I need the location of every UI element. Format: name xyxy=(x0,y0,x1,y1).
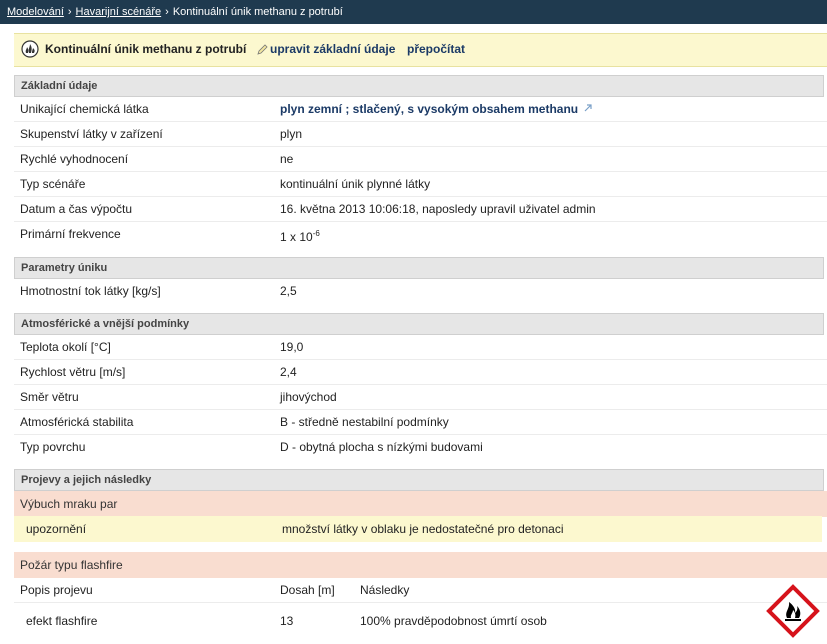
row-value: jihovýchod xyxy=(280,390,337,404)
edit-basic-data-label: upravit základní údaje xyxy=(270,42,396,56)
row-value: D - obytná plocha s nízkými budovami xyxy=(280,440,483,454)
breadcrumb-separator: › xyxy=(165,6,169,18)
table-row: efekt flashfire 13 100% pravděpodobnost … xyxy=(14,609,827,633)
flashfire-title: Požár typu flashfire xyxy=(20,558,123,572)
table-header-row: Popis projevu Dosah [m] Následky xyxy=(14,578,827,603)
warning-row: upozornění množství látky v oblaku je ne… xyxy=(14,516,822,542)
flammable-hazard-pictogram xyxy=(766,584,820,638)
explosion-subheader: Výbuch mraku par xyxy=(14,491,827,517)
table-row: Atmosférická stabilita B - středně nesta… xyxy=(14,410,827,435)
row-value: plyn zemní ; stlačený, s vysokým obsahem… xyxy=(280,97,593,121)
row-value: 2,4 xyxy=(280,365,297,379)
row-value: 1 x 10-6 xyxy=(280,222,320,249)
substance-link[interactable]: plyn zemní ; stlačený, s vysokým obsahem… xyxy=(280,102,578,116)
table-row: Datum a čas výpočtu 16. května 2013 10:0… xyxy=(14,197,827,222)
row-value: 2,5 xyxy=(280,284,297,298)
warning-text: množství látky v oblaku je nedostatečné … xyxy=(282,522,564,536)
row-value: ne xyxy=(280,152,294,166)
column-header-description: Popis projevu xyxy=(20,583,93,597)
section-atmosphere-header: Atmosférické a vnější podmínky xyxy=(14,313,824,335)
table-row: Směr větru jihovýchod xyxy=(14,385,827,410)
section-title: Atmosférické a vnější podmínky xyxy=(21,318,190,330)
row-value: B - středně nestabilní podmínky xyxy=(280,415,449,429)
effect-name: efekt flashfire xyxy=(26,614,98,628)
breadcrumb-link-havarijni-scenare[interactable]: Havarijní scénáře xyxy=(76,6,162,18)
row-label: Datum a čas výpočtu xyxy=(20,202,133,216)
effect-consequence: 100% pravděpodobnost úmrtí osob xyxy=(360,614,547,628)
breadcrumb-current: Kontinuální únik methanu z potrubí xyxy=(172,6,343,18)
table-row: Hmotnostní tok látky [kg/s] 2,5 xyxy=(14,279,827,303)
external-link-icon[interactable] xyxy=(583,103,593,113)
table-row: Primární frekvence 1 x 10-6 xyxy=(14,222,827,246)
column-header-range: Dosah [m] xyxy=(280,583,335,597)
breadcrumb-link-modelovani[interactable]: Modelování xyxy=(7,6,64,18)
table-row: Rychlost větru [m/s] 2,4 xyxy=(14,360,827,385)
frequency-base: 1 x 10 xyxy=(280,230,313,244)
page-title: Kontinuální únik methanu z potrubí xyxy=(45,42,247,56)
explosion-title: Výbuch mraku par xyxy=(20,497,118,511)
row-label: Hmotnostní tok látky [kg/s] xyxy=(20,284,161,298)
section-title: Základní údaje xyxy=(21,80,98,92)
pencil-icon xyxy=(257,44,268,55)
section-basic-header: Základní údaje xyxy=(14,75,824,97)
section-effects-header: Projevy a jejich následky xyxy=(14,469,824,491)
row-label: Teplota okolí [°C] xyxy=(20,340,111,354)
row-label: Atmosférická stabilita xyxy=(20,415,134,429)
table-row: Typ povrchu D - obytná plocha s nízkými … xyxy=(14,435,827,459)
breadcrumb: Modelování › Havarijní scénáře › Kontinuální… xyxy=(0,0,827,24)
row-label: Rychlé vyhodnocení xyxy=(20,152,129,166)
effect-range: 13 xyxy=(280,614,294,628)
section-title: Parametry úniku xyxy=(21,262,108,274)
row-label: Rychlost větru [m/s] xyxy=(20,365,126,379)
table-row: Rychlé vyhodnocení ne xyxy=(14,147,827,172)
row-value: 19,0 xyxy=(280,340,304,354)
scenario-header: Kontinuální únik methanu z potrubí uprav… xyxy=(14,33,827,67)
top-bar: Modelování › Havarijní scénáře › Kontinuální… xyxy=(0,0,827,24)
flashfire-subheader: Požár typu flashfire xyxy=(14,552,827,578)
section-release-header: Parametry úniku xyxy=(14,257,824,279)
section-title: Projevy a jejich následky xyxy=(21,474,152,486)
row-label: Unikající chemická látka xyxy=(20,102,149,116)
row-label: Typ scénáře xyxy=(20,177,86,191)
table-row: Unikající chemická látka plyn zemní ; st… xyxy=(14,97,827,122)
edit-basic-data-link[interactable]: upravit základní údaje xyxy=(257,42,395,56)
row-value: 16. května 2013 10:06:18, naposledy upra… xyxy=(280,202,596,216)
row-label: Primární frekvence xyxy=(20,227,121,241)
frequency-exponent: -6 xyxy=(312,229,320,238)
row-label: Směr větru xyxy=(20,390,79,404)
row-value: kontinuální únik plynné látky xyxy=(280,177,431,191)
flame-scenario-icon xyxy=(21,40,39,58)
table-row: Skupenství látky v zařízení plyn xyxy=(14,122,827,147)
table-row: Typ scénáře kontinuální únik plynné látk… xyxy=(14,172,827,197)
row-value: plyn xyxy=(280,127,303,141)
row-label: Typ povrchu xyxy=(20,440,86,454)
warning-label: upozornění xyxy=(26,522,87,536)
recalculate-link[interactable]: přepočítat xyxy=(407,42,465,56)
column-header-consequences: Následky xyxy=(360,583,410,597)
table-row: Teplota okolí [°C] 19,0 xyxy=(14,335,827,360)
row-label: Skupenství látky v zařízení xyxy=(20,127,163,141)
breadcrumb-separator: › xyxy=(67,6,72,18)
